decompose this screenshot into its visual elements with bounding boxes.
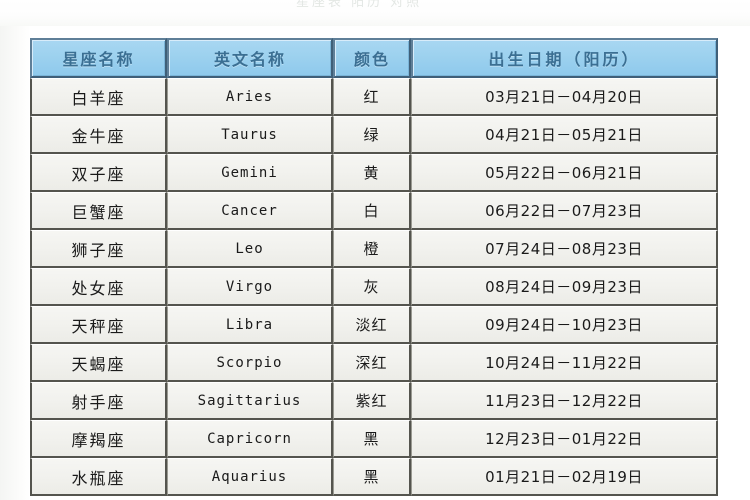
cell-zodiac-name-cn: 天秤座 (30, 306, 167, 344)
cell-zodiac-name-en: Virgo (167, 268, 333, 306)
cell-zodiac-color: 红 (333, 78, 411, 116)
cell-zodiac-date: 07月24日－08月23日 (411, 230, 718, 268)
cell-zodiac-name-cn: 水瓶座 (30, 458, 167, 496)
cell-zodiac-date: 10月24日－11月22日 (411, 344, 718, 382)
cell-zodiac-date: 05月22日－06月21日 (411, 154, 718, 192)
table-row[interactable]: 金牛座 Taurus 绿 04月21日－05月21日 (30, 116, 718, 154)
table-row[interactable]: 天秤座 Libra 淡红 09月24日－10月23日 (30, 306, 718, 344)
cell-zodiac-name-cn: 巨蟹座 (30, 192, 167, 230)
cell-zodiac-name-cn: 狮子座 (30, 230, 167, 268)
cell-zodiac-name-en: Aquarius (167, 458, 333, 496)
column-header-name-cn[interactable]: 星座名称 (30, 38, 167, 78)
table-row[interactable]: 白羊座 Aries 红 03月21日－04月20日 (30, 78, 718, 116)
cell-zodiac-color: 淡红 (333, 306, 411, 344)
table-row[interactable]: 射手座 Sagittarius 紫红 11月23日－12月22日 (30, 382, 718, 420)
cell-zodiac-color: 白 (333, 192, 411, 230)
page-canvas: 星座表 阳历 对照 星座名称 英文名称 颜色 出生日期（阳历） 白羊座 Aries… (0, 0, 750, 500)
cell-zodiac-color: 灰 (333, 268, 411, 306)
zodiac-table-container: 星座名称 英文名称 颜色 出生日期（阳历） 白羊座 Aries 红 03月21日－04… (30, 38, 718, 496)
column-header-color[interactable]: 颜色 (333, 38, 411, 78)
top-cropped-text: 星座表 阳历 对照 (296, 0, 423, 10)
cell-zodiac-date: 01月21日－02月19日 (411, 458, 718, 496)
table-row[interactable]: 处女座 Virgo 灰 08月24日－09月23日 (30, 268, 718, 306)
cell-zodiac-name-en: Leo (167, 230, 333, 268)
cell-zodiac-name-cn: 处女座 (30, 268, 167, 306)
cell-zodiac-date: 04月21日－05月21日 (411, 116, 718, 154)
cell-zodiac-name-en: Libra (167, 306, 333, 344)
cell-zodiac-color: 橙 (333, 230, 411, 268)
cell-zodiac-name-en: Aries (167, 78, 333, 116)
table-row[interactable]: 狮子座 Leo 橙 07月24日－08月23日 (30, 230, 718, 268)
cell-zodiac-name-cn: 天蝎座 (30, 344, 167, 382)
cell-zodiac-date: 11月23日－12月22日 (411, 382, 718, 420)
top-cropped-text-strip: 星座表 阳历 对照 (0, 0, 750, 26)
cell-zodiac-color: 紫红 (333, 382, 411, 420)
cell-zodiac-date: 08月24日－09月23日 (411, 268, 718, 306)
cell-zodiac-color: 深红 (333, 344, 411, 382)
table-row[interactable]: 水瓶座 Aquarius 黑 01月21日－02月19日 (30, 458, 718, 496)
column-header-date[interactable]: 出生日期（阳历） (411, 38, 718, 78)
cell-zodiac-name-en: Taurus (167, 116, 333, 154)
cell-zodiac-color: 黑 (333, 458, 411, 496)
table-row[interactable]: 巨蟹座 Cancer 白 06月22日－07月23日 (30, 192, 718, 230)
table-header: 星座名称 英文名称 颜色 出生日期（阳历） (30, 38, 718, 78)
cell-zodiac-name-cn: 双子座 (30, 154, 167, 192)
column-header-name-en[interactable]: 英文名称 (167, 38, 333, 78)
cell-zodiac-name-cn: 金牛座 (30, 116, 167, 154)
table-row[interactable]: 摩羯座 Capricorn 黑 12月23日－01月22日 (30, 420, 718, 458)
table-body: 白羊座 Aries 红 03月21日－04月20日 金牛座 Taurus 绿 04月21日－0… (30, 78, 718, 496)
cell-zodiac-date: 06月22日－07月23日 (411, 192, 718, 230)
cell-zodiac-name-cn: 白羊座 (30, 78, 167, 116)
cell-zodiac-date: 03月21日－04月20日 (411, 78, 718, 116)
cell-zodiac-date: 09月24日－10月23日 (411, 306, 718, 344)
cell-zodiac-color: 黄 (333, 154, 411, 192)
cell-zodiac-color: 绿 (333, 116, 411, 154)
cell-zodiac-color: 黑 (333, 420, 411, 458)
cell-zodiac-name-cn: 射手座 (30, 382, 167, 420)
cell-zodiac-name-en: Capricorn (167, 420, 333, 458)
cell-zodiac-date: 12月23日－01月22日 (411, 420, 718, 458)
table-row[interactable]: 双子座 Gemini 黄 05月22日－06月21日 (30, 154, 718, 192)
cell-zodiac-name-cn: 摩羯座 (30, 420, 167, 458)
table-row[interactable]: 天蝎座 Scorpio 深红 10月24日－11月22日 (30, 344, 718, 382)
cell-zodiac-name-en: Sagittarius (167, 382, 333, 420)
table-header-row: 星座名称 英文名称 颜色 出生日期（阳历） (30, 38, 718, 78)
cell-zodiac-name-en: Cancer (167, 192, 333, 230)
cell-zodiac-name-en: Scorpio (167, 344, 333, 382)
zodiac-sign-table: 星座名称 英文名称 颜色 出生日期（阳历） 白羊座 Aries 红 03月21日－04… (30, 38, 718, 496)
cell-zodiac-name-en: Gemini (167, 154, 333, 192)
